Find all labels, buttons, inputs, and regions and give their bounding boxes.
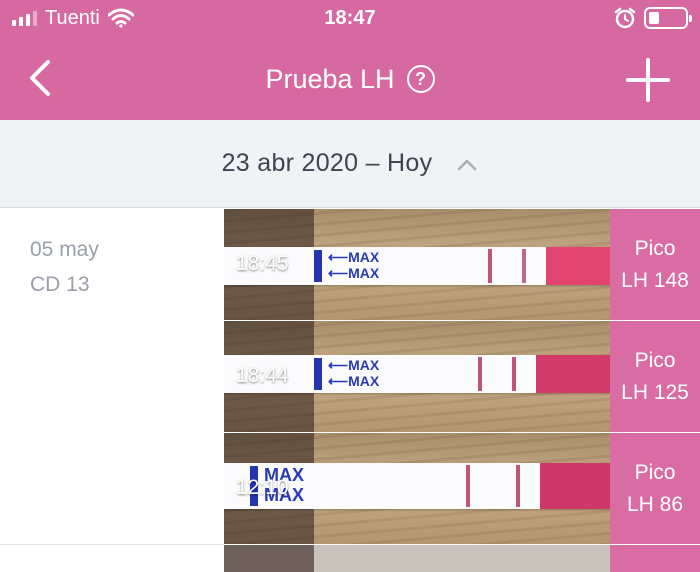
chevron-up-icon (458, 159, 477, 170)
test-result: Pico LH 86 (610, 433, 700, 544)
page-title: Prueba LH (265, 64, 395, 94)
date-range-toggle[interactable]: 23 abr 2020 – Hoy (0, 120, 700, 208)
test-row[interactable]: ⟵MAX ⟵MAX 18:44 Pico LH 125 (224, 321, 700, 433)
test-result: Pico LH 148 (610, 209, 700, 320)
test-row[interactable]: MAX MAX 12:10 Pico LH 86 (224, 433, 700, 545)
help-icon[interactable]: ? (406, 65, 435, 93)
date-range-label: 23 abr 2020 – Hoy (221, 149, 433, 177)
result-value: LH 125 (621, 380, 689, 404)
result-value: LH 86 (626, 492, 684, 516)
add-plus-icon[interactable] (624, 56, 672, 104)
app-header: Tuenti 18:47 Prueba LH ? (0, 0, 700, 120)
result-label: Pico (634, 460, 676, 484)
cycle-day: CD 13 (30, 273, 90, 296)
next-test-row-partial[interactable] (224, 545, 700, 572)
test-list: ⟵MAX ⟵MAX 18:45 Pico LH 148 ⟵MAX ⟵MAX 18:4… (224, 209, 700, 545)
day-label: 05 may CD 13 (30, 232, 99, 302)
test-result: Pico LH 125 (610, 321, 700, 432)
test-row[interactable]: ⟵MAX ⟵MAX 18:45 Pico LH 148 (224, 209, 700, 321)
battery-icon (644, 7, 692, 29)
status-time: 18:47 (324, 7, 376, 29)
alarm-icon (614, 7, 636, 29)
result-label: Pico (634, 236, 676, 260)
nav-title: Prueba LH ? (0, 62, 700, 96)
test-time: 12:10 (236, 476, 289, 499)
status-right (614, 6, 692, 30)
test-time: 18:45 (236, 252, 289, 275)
result-value: LH 148 (621, 268, 689, 292)
result-label: Pico (634, 348, 676, 372)
day-date: 05 may (30, 238, 99, 261)
section-divider (0, 544, 224, 545)
test-time: 18:44 (236, 364, 289, 387)
